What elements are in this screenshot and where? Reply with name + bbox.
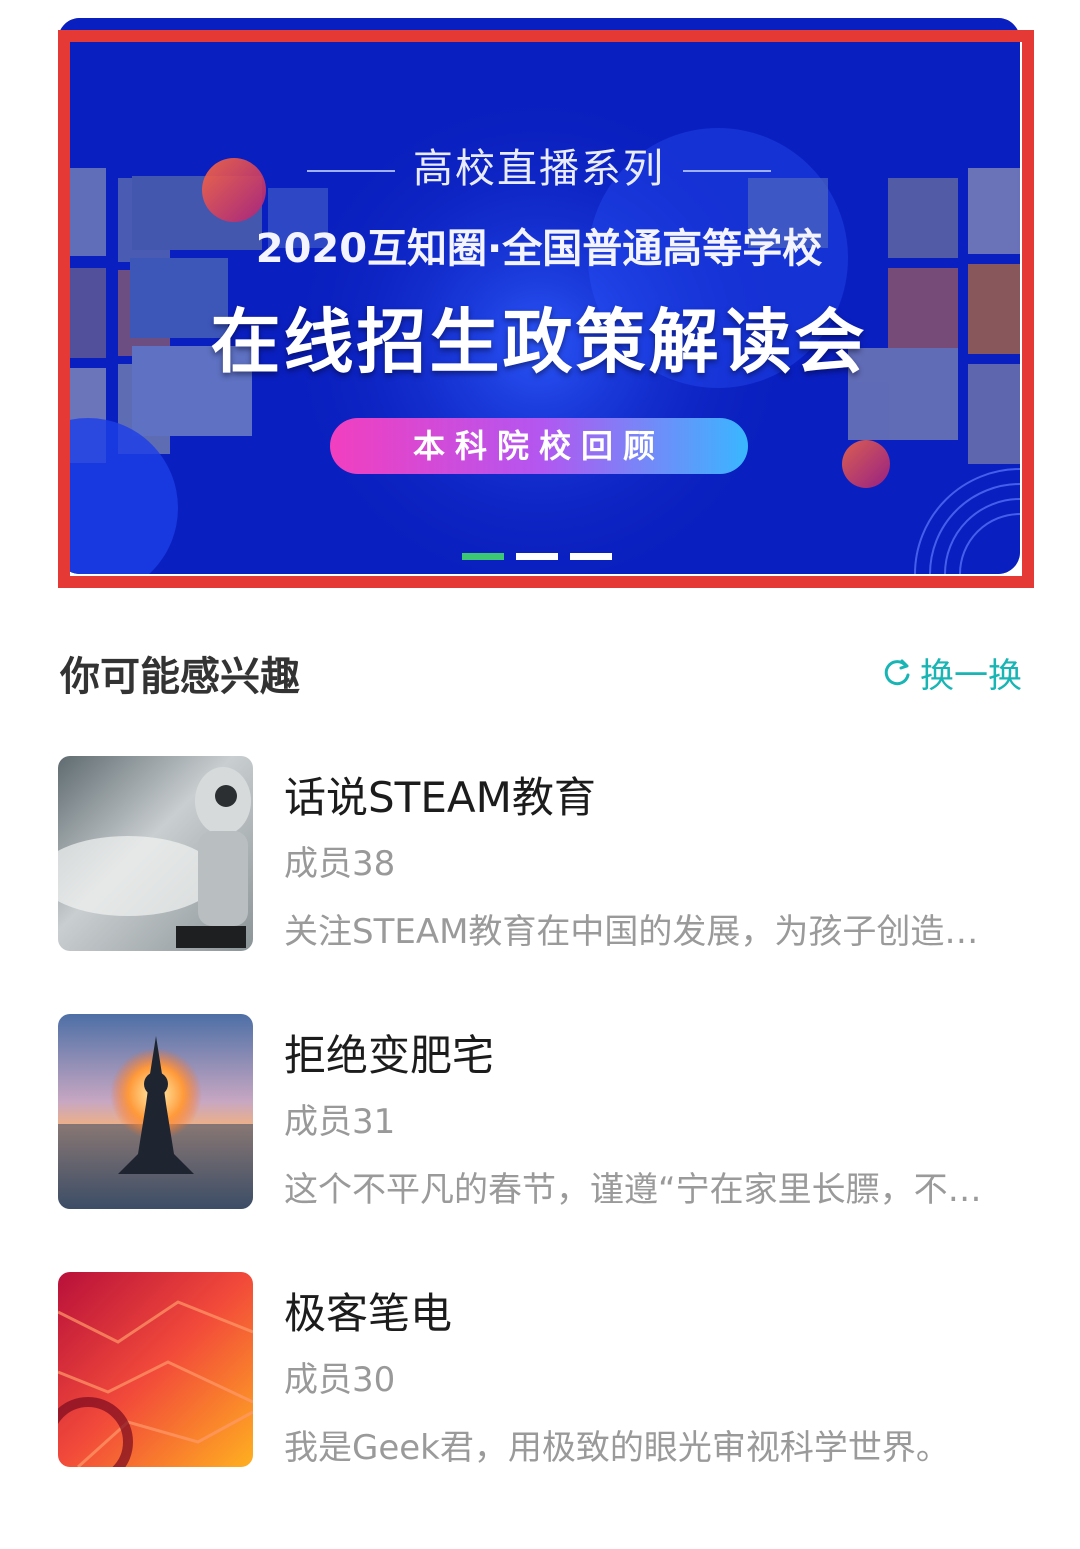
banner-divider-left <box>307 170 395 172</box>
group-list: 话说STEAM教育 成员38 关注STEAM教育在中国的发展，为孩子创造… 拒绝… <box>58 756 1020 1530</box>
group-member-count: 成员31 <box>284 1102 396 1142</box>
banner-series-text: 高校直播系列 <box>413 146 665 192</box>
group-name: 话说STEAM教育 <box>284 773 596 822</box>
carousel-dot-3[interactable] <box>570 553 612 560</box>
group-description: 关注STEAM教育在中国的发展，为孩子创造… <box>284 912 979 952</box>
carousel-indicator <box>462 545 624 560</box>
group-name: 拒绝变肥宅 <box>284 1031 495 1080</box>
banner-review-button[interactable]: 本科院校回顾 <box>330 418 748 474</box>
banner-title: 在线招生政策解读会 <box>210 301 868 383</box>
list-item[interactable]: 拒绝变肥宅 成员31 这个不平凡的春节，谨遵“宁在家里长膘，不… <box>58 1014 1020 1272</box>
section-header: 你可能感兴趣 换一换 <box>60 640 1022 700</box>
group-description: 我是Geek君，用极致的眼光审视科学世界。 <box>284 1428 950 1468</box>
robot-thumbnail <box>58 756 253 951</box>
yoga-sunset-thumbnail <box>58 1014 253 1209</box>
banner-divider-right <box>683 170 771 172</box>
geek-red-thumbnail <box>58 1272 253 1467</box>
list-item[interactable]: 话说STEAM教育 成员38 关注STEAM教育在中国的发展，为孩子创造… <box>58 756 1020 1014</box>
carousel-dot-1[interactable] <box>462 553 504 560</box>
group-name: 极客笔电 <box>284 1289 453 1338</box>
section-title: 你可能感兴趣 <box>60 654 300 700</box>
carousel-dot-2[interactable] <box>516 553 558 560</box>
group-member-count: 成员38 <box>284 844 396 884</box>
refresh-label: 换一换 <box>920 656 1022 696</box>
refresh-button[interactable]: 换一换 <box>882 648 1022 697</box>
banner-carousel[interactable]: 高校直播系列 2020互知圈·全国普通高等学校 在线招生政策解读会 本科院校回顾 <box>58 18 1020 574</box>
group-description: 这个不平凡的春节，谨遵“宁在家里长膘，不… <box>284 1170 982 1210</box>
banner-series-label: 高校直播系列 <box>58 136 1020 194</box>
list-item[interactable]: 极客笔电 成员30 我是Geek君，用极致的眼光审视科学世界。 <box>58 1272 1020 1530</box>
refresh-icon <box>884 659 910 685</box>
banner-subtitle: 2020互知圈·全国普通高等学校 <box>255 226 823 272</box>
group-member-count: 成员30 <box>284 1360 396 1400</box>
